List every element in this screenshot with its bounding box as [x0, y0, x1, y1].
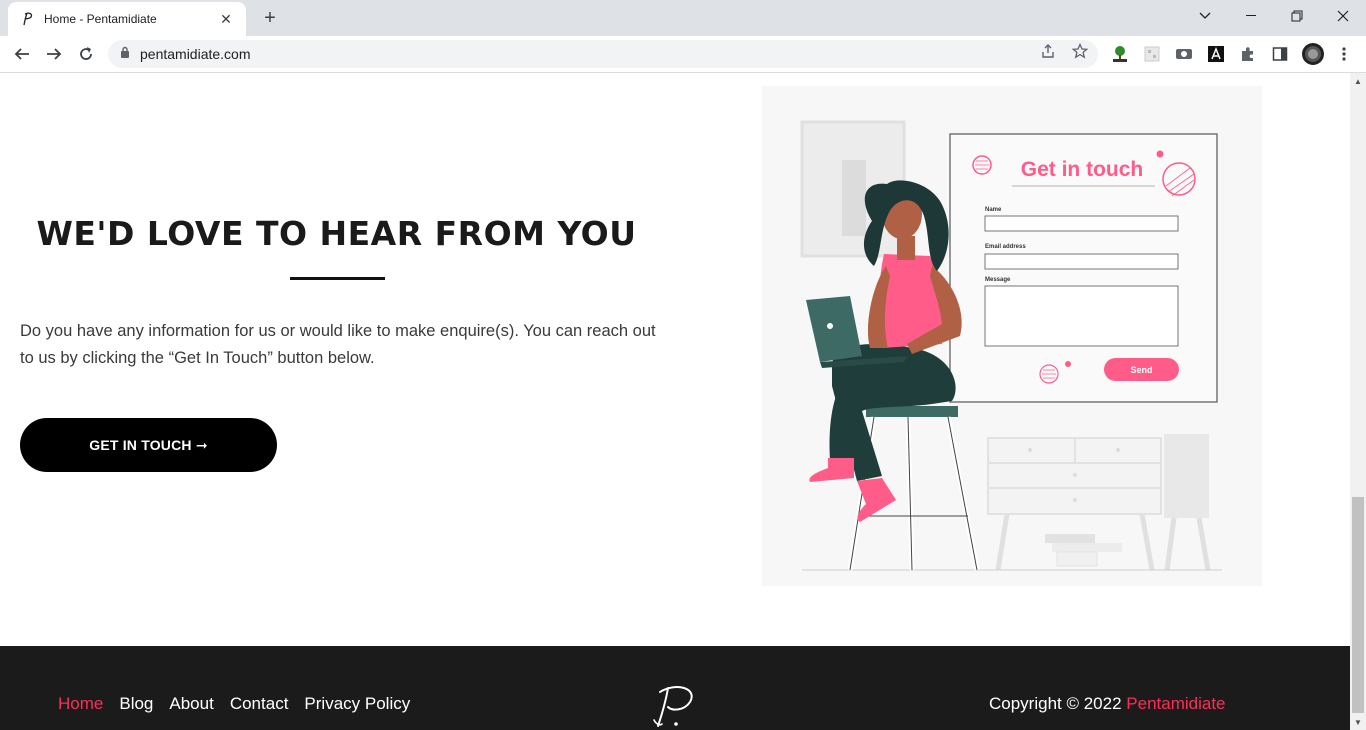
footer-logo[interactable]: [646, 680, 706, 730]
title-divider: [290, 277, 385, 280]
illustration-email-label: Email address: [985, 244, 1026, 250]
illustration-send-label: Send: [1130, 365, 1152, 375]
active-tab[interactable]: Home - Pentamidiate ✕: [8, 2, 246, 36]
new-tab-button[interactable]: +: [258, 6, 282, 30]
back-arrow-icon[interactable]: [8, 40, 36, 68]
bookmark-star-icon[interactable]: [1071, 42, 1089, 60]
tab-title: Home - Pentamidiate: [44, 12, 157, 26]
footer-link-blog[interactable]: Blog: [119, 694, 153, 714]
extensions-puzzle-icon[interactable]: [1238, 44, 1258, 64]
qr-extension-icon[interactable]: [1142, 44, 1162, 64]
illustration-message-label: Message: [985, 277, 1011, 283]
side-panel-icon[interactable]: [1270, 44, 1290, 64]
forward-arrow-icon[interactable]: [40, 40, 68, 68]
footer-link-contact[interactable]: Contact: [230, 694, 289, 714]
page-viewport: WE'D LOVE TO HEAR FROM YOU Do you have a…: [0, 73, 1350, 730]
address-bar[interactable]: pentamidiate.com: [108, 40, 1098, 68]
copyright-brand-link[interactable]: Pentamidiate: [1126, 694, 1225, 713]
close-window-icon[interactable]: [1320, 0, 1366, 32]
contact-illustration: Get in touch Name Email address Message …: [762, 86, 1262, 586]
scroll-down-icon[interactable]: ▼: [1350, 714, 1366, 730]
profile-avatar[interactable]: [1301, 42, 1325, 66]
footer-link-privacy-policy[interactable]: Privacy Policy: [304, 694, 410, 714]
site-footer: Home Blog About Contact Privacy Policy C…: [0, 646, 1350, 730]
scroll-thumb[interactable]: [1352, 497, 1364, 713]
pentamidiate-favicon-icon: [20, 11, 36, 27]
share-icon[interactable]: [1039, 42, 1057, 60]
scroll-up-icon[interactable]: ▲: [1350, 73, 1366, 89]
more-menu-icon[interactable]: [1334, 44, 1354, 64]
screen-recorder-extension-icon[interactable]: [1174, 44, 1194, 64]
footer-nav: Home Blog About Contact Privacy Policy: [58, 694, 410, 714]
copyright-text: Copyright © 2022 Pentamidiate: [989, 694, 1226, 714]
hero-title: WE'D LOVE TO HEAR FROM YOU: [36, 214, 637, 253]
copyright-prefix: Copyright © 2022: [989, 694, 1127, 713]
url-text[interactable]: pentamidiate.com: [140, 46, 251, 62]
restore-icon[interactable]: [1274, 0, 1320, 32]
tab-close-icon[interactable]: ✕: [218, 11, 234, 28]
minimize-icon[interactable]: [1228, 0, 1274, 32]
illustration-name-label: Name: [985, 207, 1002, 213]
tab-search-chevron-icon[interactable]: [1182, 0, 1228, 32]
browser-toolbar: pentamidiate.com: [0, 36, 1366, 73]
hero-description: Do you have any information for us or wo…: [20, 322, 656, 367]
reload-icon[interactable]: [72, 40, 100, 68]
a-extension-icon[interactable]: [1206, 44, 1226, 64]
lock-icon[interactable]: [120, 45, 130, 63]
get-in-touch-button[interactable]: GET IN TOUCH ➞: [20, 418, 277, 472]
html-tree-extension-icon[interactable]: [1110, 44, 1130, 64]
tab-strip: Home - Pentamidiate ✕ +: [0, 0, 1366, 36]
footer-link-about[interactable]: About: [169, 694, 213, 714]
page-scrollbar[interactable]: ▲ ▼: [1350, 73, 1366, 730]
footer-link-home[interactable]: Home: [58, 694, 103, 714]
illustration-heading: Get in touch: [1021, 158, 1144, 181]
